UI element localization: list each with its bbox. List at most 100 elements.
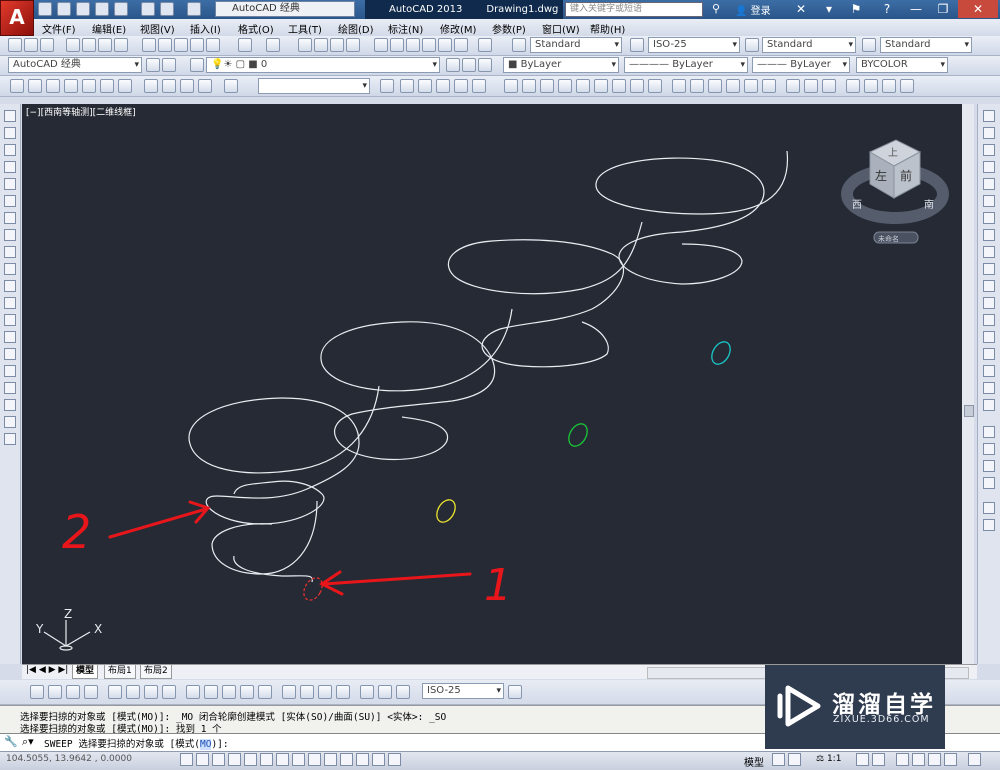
redo-icon[interactable]	[266, 38, 280, 52]
polar-tracking-icon[interactable]	[244, 753, 257, 766]
nw-iso-icon[interactable]	[180, 79, 194, 93]
properties-icon[interactable]	[374, 38, 388, 52]
dynamic-ucs-icon[interactable]	[308, 753, 321, 766]
torus-icon[interactable]	[612, 79, 626, 93]
plotstyle-dropdown[interactable]: BYCOLOR	[856, 57, 948, 73]
extrude-icon[interactable]	[630, 79, 644, 93]
sphere-icon[interactable]	[558, 79, 572, 93]
menu-tools[interactable]: 工具(T)	[288, 21, 322, 36]
preview-icon[interactable]	[82, 38, 96, 52]
design-center-icon[interactable]	[390, 38, 404, 52]
move-icon[interactable]	[983, 195, 995, 207]
visual-styles-icon[interactable]	[472, 79, 486, 93]
save-icon[interactable]	[76, 2, 90, 16]
markup-icon[interactable]	[438, 38, 452, 52]
fillet-icon[interactable]	[983, 365, 995, 377]
wireframe-2d-icon[interactable]	[380, 79, 394, 93]
arc-length-icon[interactable]	[66, 685, 80, 699]
front-view-icon[interactable]	[82, 79, 96, 93]
bottom-view-icon[interactable]	[28, 79, 42, 93]
snap-mode-icon[interactable]	[196, 753, 209, 766]
text-front-icon[interactable]	[983, 502, 995, 514]
sw-iso-icon[interactable]	[118, 79, 132, 93]
point-icon[interactable]	[4, 331, 16, 343]
menu-dimension[interactable]: 标注(N)	[388, 21, 423, 36]
join-icon[interactable]	[983, 331, 995, 343]
ellipse-icon[interactable]	[4, 263, 16, 275]
menu-view[interactable]: 视图(V)	[140, 21, 175, 36]
auto-scale-icon[interactable]	[872, 753, 885, 766]
save-as-icon[interactable]	[95, 2, 109, 16]
draworder-back-icon[interactable]	[983, 443, 995, 455]
layer-previous-icon[interactable]	[462, 58, 476, 72]
clean-screen-icon[interactable]	[968, 753, 981, 766]
linetype-dropdown[interactable]: ———— ByLayer	[624, 57, 748, 73]
redo-icon[interactable]	[187, 2, 201, 16]
pyramid-icon[interactable]	[576, 79, 590, 93]
arc-icon[interactable]	[4, 195, 16, 207]
text-style-dropdown[interactable]: Standard	[530, 37, 622, 53]
isolate-objects-icon[interactable]	[944, 753, 957, 766]
binoculars-icon[interactable]: ⚲	[712, 2, 720, 15]
cut-icon[interactable]	[142, 38, 156, 52]
application-menu-button[interactable]: A	[0, 0, 34, 36]
cylinder-icon[interactable]	[522, 79, 536, 93]
top-view-icon[interactable]	[10, 79, 24, 93]
tool-palettes-icon[interactable]	[406, 38, 420, 52]
mtext-icon[interactable]	[4, 416, 16, 428]
jogged-icon[interactable]	[126, 685, 140, 699]
3dalign-icon[interactable]	[882, 79, 896, 93]
planar-surface-icon[interactable]	[744, 79, 758, 93]
layer-properties-icon[interactable]	[190, 58, 204, 72]
dim-style-control[interactable]: ISO-25	[422, 683, 504, 699]
revolve-icon[interactable]	[690, 79, 704, 93]
ellipse-arc-icon[interactable]	[4, 280, 16, 292]
quick-properties-icon[interactable]	[372, 753, 385, 766]
sweep-icon[interactable]	[672, 79, 686, 93]
layer-dropdown[interactable]: 💡☀ ▢ ■ 0	[206, 57, 440, 73]
3dprint-icon[interactable]	[114, 38, 128, 52]
back-view-icon[interactable]	[100, 79, 114, 93]
continue-icon[interactable]	[222, 685, 236, 699]
quickcalc-icon[interactable]	[454, 38, 468, 52]
wireframe-3d-icon[interactable]	[400, 79, 414, 93]
osnap-tracking-icon[interactable]	[292, 753, 305, 766]
copy-icon[interactable]	[158, 38, 172, 52]
command-recent-icon[interactable]: ⌕▾	[22, 735, 34, 749]
tolerance-icon[interactable]	[282, 685, 296, 699]
3darray-icon[interactable]	[900, 79, 914, 93]
tab-layout1[interactable]: 布局1	[104, 665, 136, 679]
rectangle-icon[interactable]	[4, 178, 16, 190]
selection-cycling-icon[interactable]	[388, 753, 401, 766]
coordinates-display[interactable]: 104.5055, 13.9642 , 0.0000	[6, 754, 132, 764]
dim-style-icon[interactable]	[630, 38, 644, 52]
menu-format[interactable]: 格式(O)	[238, 21, 274, 36]
add-selected-icon[interactable]	[4, 433, 16, 445]
trim-icon[interactable]	[983, 263, 995, 275]
zoom-window-icon[interactable]	[330, 38, 344, 52]
dim-style-dropdown[interactable]: ISO-25	[648, 37, 740, 53]
chamfer-icon[interactable]	[983, 348, 995, 360]
command-option-mode[interactable]: MO	[199, 739, 212, 750]
sheet-set-icon[interactable]	[422, 38, 436, 52]
menu-file[interactable]: 文件(F)	[42, 21, 76, 36]
annotation-scale[interactable]: ⚖ 1:1	[816, 754, 841, 764]
exchange-icon[interactable]: ✕	[790, 0, 812, 18]
undo-icon[interactable]	[160, 2, 174, 16]
polyline-icon[interactable]	[4, 144, 16, 156]
inspection-icon[interactable]	[318, 685, 332, 699]
make-block-icon[interactable]	[4, 314, 16, 326]
circle-icon[interactable]	[4, 212, 16, 224]
3dmove-icon[interactable]	[846, 79, 860, 93]
dim-space-icon[interactable]	[240, 685, 254, 699]
revcloud-icon[interactable]	[4, 229, 16, 241]
gradient-icon[interactable]	[4, 365, 16, 377]
login-button[interactable]: 👤 登录	[735, 2, 771, 17]
offset-icon[interactable]	[983, 161, 995, 173]
ordinate-icon[interactable]	[84, 685, 98, 699]
multileader-style-icon[interactable]	[862, 38, 876, 52]
signin-icon[interactable]: ⚑	[845, 0, 867, 18]
object-snap-icon[interactable]	[260, 753, 273, 766]
pan-icon[interactable]	[298, 38, 312, 52]
scale-icon[interactable]	[983, 229, 995, 241]
